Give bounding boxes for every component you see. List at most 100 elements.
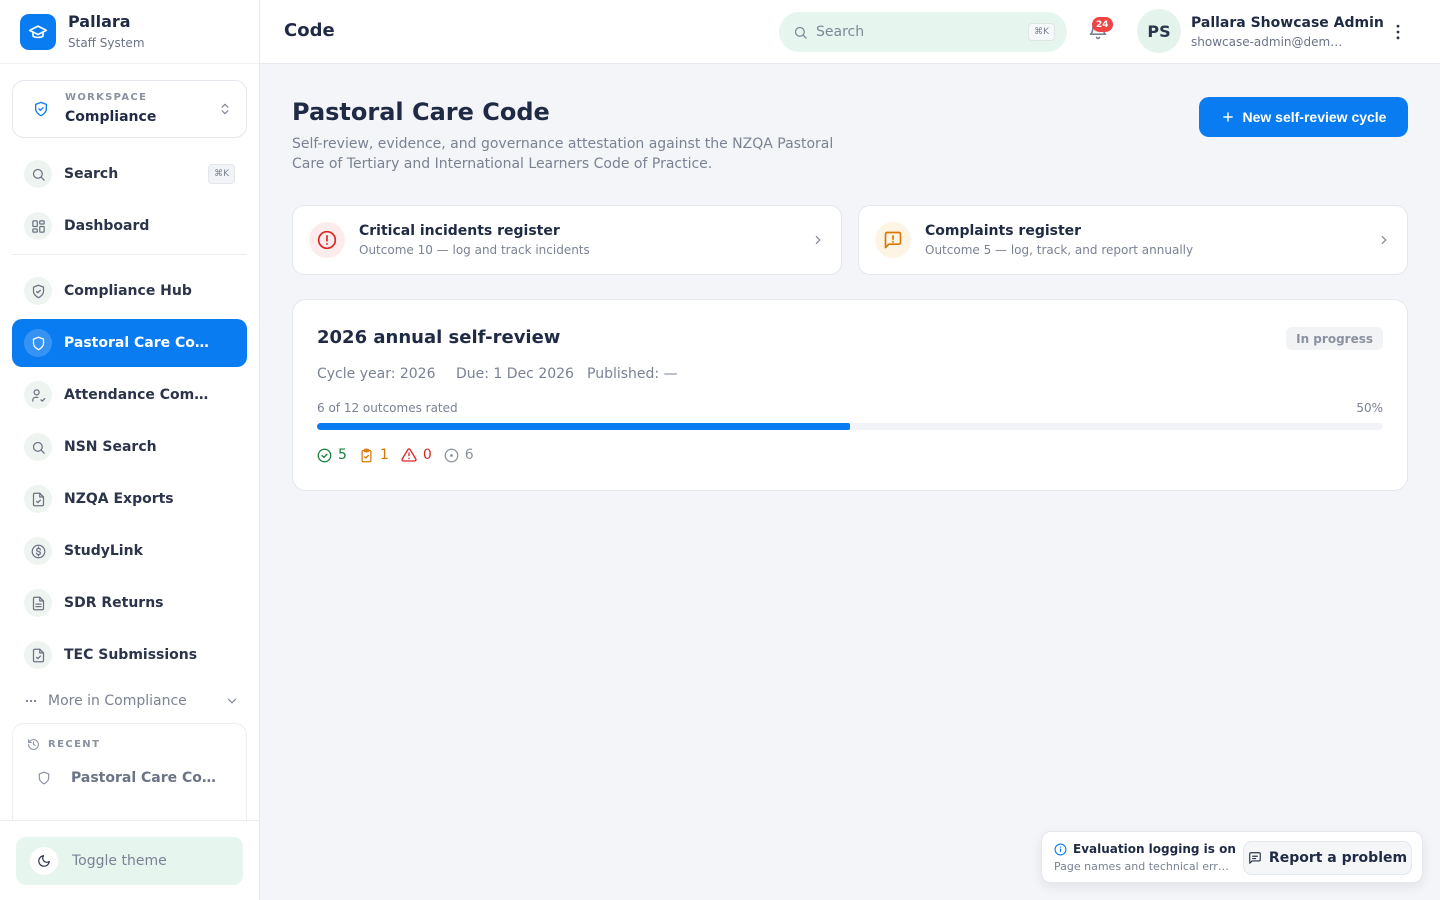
search-icon: [24, 433, 52, 461]
shield-check-icon: [24, 277, 52, 305]
notifications-count-badge: 24: [1092, 17, 1113, 32]
info-icon: [1054, 843, 1067, 855]
sidebar-item-compliance-hub[interactable]: Compliance Hub: [12, 267, 247, 315]
message-square-icon: [1249, 852, 1261, 864]
sidebar-item-sdr-returns[interactable]: SDR Returns: [12, 579, 247, 627]
page-title: Pastoral Care Code: [292, 98, 550, 126]
sidebar-item-studylink[interactable]: StudyLink: [12, 527, 247, 575]
partial-count-value: 1: [379, 447, 389, 463]
sidebar-item-label: Compliance Hub: [64, 283, 192, 299]
self-review-cycle-card[interactable]: 2026 annual self-review In progress Cycl…: [292, 299, 1408, 491]
search-icon: [793, 25, 808, 40]
more-in-compliance-toggle[interactable]: More in Compliance: [24, 690, 239, 712]
sidebar-item-search[interactable]: Search ⌘K: [12, 150, 247, 198]
sidebar-item-label: TEC Submissions: [64, 647, 198, 663]
cycle-published: Published: —: [587, 366, 678, 382]
recent-item[interactable]: Pastoral Care Co…: [37, 770, 216, 786]
workspace-caption: WORKSPACE: [65, 92, 148, 103]
met-count-value: 5: [338, 447, 347, 463]
search-input[interactable]: [816, 24, 1029, 40]
register-title: Critical incidents register: [359, 223, 560, 239]
avatar[interactable]: PS: [1137, 9, 1181, 53]
recent-item-label: Pastoral Care Co…: [71, 770, 216, 786]
message-alert-icon: [875, 222, 911, 258]
alert-circle-icon: [309, 222, 345, 258]
cycle-year: Cycle year: 2026: [317, 366, 436, 382]
shortcut-badge: ⌘K: [208, 164, 235, 184]
not-met-count-value: 0: [422, 447, 432, 463]
not-rated-count: 6: [444, 447, 474, 463]
progress-percent: 50%: [1356, 401, 1383, 415]
shield-icon: [37, 771, 51, 785]
file-check-icon: [24, 485, 52, 513]
cycle-title: 2026 annual self-review: [317, 327, 561, 348]
graduation-cap-icon: [20, 13, 56, 50]
file-text-icon: [24, 589, 52, 617]
shield-icon: [24, 329, 52, 357]
file-check-icon: [24, 641, 52, 669]
met-count: 5: [317, 447, 347, 463]
progress-bar: [317, 423, 1383, 430]
sidebar-divider: [12, 254, 247, 255]
user-check-icon: [24, 381, 52, 409]
circle-dot-icon: [444, 448, 459, 462]
moon-icon: [30, 847, 58, 875]
sidebar: Pallara Staff System WORKSPACE Complianc…: [0, 0, 260, 900]
ellipsis-icon: [24, 694, 38, 708]
toggle-theme-button[interactable]: Toggle theme: [16, 837, 243, 885]
plus-icon: [1222, 112, 1233, 122]
recent-caption: RECENT: [48, 739, 101, 750]
critical-incidents-register-card[interactable]: Critical incidents register Outcome 10 —…: [292, 205, 842, 275]
sidebar-item-label: NZQA Exports: [64, 491, 174, 507]
progress-bar-fill: [317, 423, 850, 430]
brand-subtitle: Staff System: [68, 36, 145, 50]
workspace-switcher[interactable]: WORKSPACE Compliance: [12, 80, 247, 138]
sidebar-item-nzqa-exports[interactable]: NZQA Exports: [12, 475, 247, 523]
brand: Pallara Staff System: [0, 0, 259, 64]
complaints-register-card[interactable]: Complaints register Outcome 5 — log, tra…: [858, 205, 1408, 275]
sidebar-item-attendance-compliance[interactable]: Attendance Comp…: [12, 371, 247, 419]
workspace-value: Compliance: [65, 109, 157, 125]
more-vertical-icon[interactable]: [1388, 22, 1408, 42]
sidebar-item-label: Pastoral Care Code: [64, 335, 209, 351]
chevron-right-icon: [811, 233, 825, 247]
sidebar-item-dashboard[interactable]: Dashboard: [12, 202, 247, 250]
register-subtitle: Outcome 10 — log and track incidents: [359, 243, 590, 257]
not-rated-count-value: 6: [464, 447, 474, 463]
shortcut-badge: ⌘K: [1028, 23, 1055, 41]
sidebar-item-nsn-search[interactable]: NSN Search: [12, 423, 247, 471]
chevron-down-icon: [225, 694, 239, 708]
check-circle-icon: [317, 448, 332, 462]
page-description: Self-review, evidence, and governance at…: [292, 136, 834, 172]
sidebar-item-label: SDR Returns: [64, 595, 164, 611]
toast-title: Evaluation logging is on: [1073, 842, 1236, 856]
cycle-due-date: Due: 1 Dec 2026: [456, 366, 574, 382]
chevron-right-icon: [1377, 233, 1391, 247]
user-email: showcase-admin@dem…: [1191, 35, 1343, 49]
shield-check-icon: [33, 101, 49, 117]
sidebar-item-tec-submissions[interactable]: TEC Submissions: [12, 631, 247, 679]
user-name: Pallara Showcase Admin: [1191, 15, 1384, 31]
new-button-label: New self-review cycle: [1242, 109, 1387, 125]
report-problem-label: Report a problem: [1268, 850, 1408, 866]
brand-name: Pallara: [68, 12, 131, 31]
sidebar-item-label: NSN Search: [64, 439, 157, 455]
not-met-count: 0: [401, 447, 432, 463]
header-search[interactable]: ⌘K: [779, 12, 1067, 52]
sidebar-item-label: StudyLink: [64, 543, 143, 559]
sidebar-item-pastoral-care-code[interactable]: Pastoral Care Code: [12, 319, 247, 367]
register-title: Complaints register: [925, 223, 1082, 239]
search-icon: [24, 160, 52, 188]
header-title: Code: [284, 20, 335, 41]
sidebar-item-label: Attendance Comp…: [64, 387, 209, 403]
grid-icon: [24, 212, 52, 240]
report-problem-button[interactable]: Report a problem: [1243, 841, 1412, 875]
alert-triangle-icon: [401, 448, 417, 462]
toast-subtitle: Page names and technical err…: [1054, 860, 1229, 873]
recent-section: RECENT Pastoral Care Co…: [12, 723, 247, 823]
sidebar-item-label: Dashboard: [64, 218, 150, 234]
partial-count: 1: [359, 447, 389, 463]
status-badge: In progress: [1286, 327, 1383, 350]
sidebar-footer: Toggle theme: [0, 820, 259, 900]
new-self-review-cycle-button[interactable]: New self-review cycle: [1199, 97, 1408, 137]
